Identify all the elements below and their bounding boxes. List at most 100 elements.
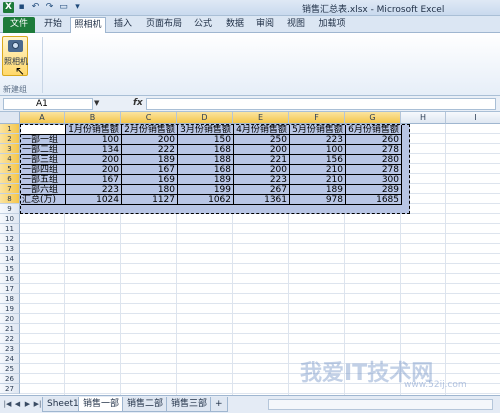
column-header-i[interactable]: I bbox=[446, 112, 500, 124]
tab-formulas[interactable]: 公式 bbox=[190, 17, 216, 33]
row-header-27[interactable]: 27 bbox=[0, 384, 20, 394]
row-header-25[interactable]: 25 bbox=[0, 364, 20, 374]
table-cell: 222 bbox=[122, 145, 178, 155]
last-sheet-icon[interactable]: ▶| bbox=[33, 399, 42, 410]
column-header-f[interactable]: F bbox=[289, 112, 345, 124]
row-header-18[interactable]: 18 bbox=[0, 294, 20, 304]
row-header-23[interactable]: 23 bbox=[0, 344, 20, 354]
name-box-dropdown-icon[interactable]: ▼ bbox=[94, 99, 99, 107]
tab-home[interactable]: 开始 bbox=[38, 17, 68, 33]
row-header-3[interactable]: 3 bbox=[0, 144, 20, 154]
row-header-5[interactable]: 5 bbox=[0, 164, 20, 174]
ribbon-tab-row: 文件 开始 照相机 插入 页面布局 公式 数据 审阅 视图 加载项 bbox=[0, 16, 500, 34]
table-cell: 223 bbox=[66, 185, 122, 195]
row-header-26[interactable]: 26 bbox=[0, 374, 20, 384]
table-header-cell: 2月份销售额 bbox=[122, 125, 178, 135]
horizontal-scrollbar[interactable] bbox=[268, 399, 493, 410]
tab-data[interactable]: 数据 bbox=[222, 17, 248, 33]
row-header-4[interactable]: 4 bbox=[0, 154, 20, 164]
column-header-e[interactable]: E bbox=[233, 112, 289, 124]
next-sheet-icon[interactable]: ▶ bbox=[23, 399, 32, 410]
row-header-9[interactable]: 9 bbox=[0, 204, 20, 214]
table-cell: 200 bbox=[122, 135, 178, 145]
table-cell: 278 bbox=[346, 145, 402, 155]
table-cell: 汇总(万) bbox=[21, 195, 66, 205]
prev-sheet-icon[interactable]: ◀ bbox=[13, 399, 22, 410]
table-cell: 250 bbox=[234, 135, 290, 145]
tab-review[interactable]: 审阅 bbox=[252, 17, 278, 33]
row-header-10[interactable]: 10 bbox=[0, 214, 20, 224]
column-header-a[interactable]: A bbox=[20, 112, 65, 124]
tab-file[interactable]: 文件 bbox=[3, 17, 35, 33]
tab-insert[interactable]: 插入 bbox=[108, 17, 138, 33]
select-all-corner[interactable] bbox=[0, 112, 20, 124]
sheet-tab-bar: |◀ ◀ ▶ ▶| Sheet1 销售一部 销售二部 销售三部 + bbox=[0, 395, 500, 413]
column-header-d[interactable]: D bbox=[177, 112, 233, 124]
column-header-h[interactable]: H bbox=[401, 112, 446, 124]
sheet-tab-sales-2[interactable]: 销售二部 bbox=[122, 397, 169, 412]
customize-qat-icon[interactable]: ▾ bbox=[72, 2, 83, 13]
row-header-6[interactable]: 6 bbox=[0, 174, 20, 184]
row-header-17[interactable]: 17 bbox=[0, 284, 20, 294]
row-header-12[interactable]: 12 bbox=[0, 234, 20, 244]
first-sheet-icon[interactable]: |◀ bbox=[3, 399, 12, 410]
table-cell: 210 bbox=[290, 175, 346, 185]
row-header-7[interactable]: 7 bbox=[0, 184, 20, 194]
formula-input[interactable] bbox=[146, 98, 496, 110]
row-header-16[interactable]: 16 bbox=[0, 274, 20, 284]
row-header-22[interactable]: 22 bbox=[0, 334, 20, 344]
row-header-19[interactable]: 19 bbox=[0, 304, 20, 314]
table-header-cell: 1月份销售额 bbox=[66, 125, 122, 135]
sheet-tab-sales-3[interactable]: 销售三部 bbox=[166, 397, 213, 412]
row-header-20[interactable]: 20 bbox=[0, 314, 20, 324]
redo-icon[interactable]: ↷ bbox=[44, 2, 55, 13]
insert-function-icon[interactable]: fx bbox=[133, 98, 143, 108]
table-cell: 150 bbox=[178, 135, 234, 145]
camera-icon bbox=[8, 40, 23, 52]
table-cell: 267 bbox=[234, 185, 290, 195]
column-header-g[interactable]: G bbox=[345, 112, 401, 124]
save-icon[interactable]: ▪ bbox=[16, 2, 27, 13]
table-cell: 289 bbox=[346, 185, 402, 195]
ribbon-group-label: 新建组 bbox=[3, 85, 27, 94]
table-cell: 188 bbox=[178, 155, 234, 165]
table-cell: 一部五组 bbox=[21, 175, 66, 185]
name-box[interactable]: A1 bbox=[3, 98, 93, 110]
print-preview-icon[interactable]: ▭ bbox=[58, 2, 69, 13]
table-cell: 210 bbox=[290, 165, 346, 175]
row-header-14[interactable]: 14 bbox=[0, 254, 20, 264]
row-header-13[interactable]: 13 bbox=[0, 244, 20, 254]
tab-view[interactable]: 视图 bbox=[283, 17, 309, 33]
row-header-8[interactable]: 8 bbox=[0, 194, 20, 204]
table-cell: 199 bbox=[178, 185, 234, 195]
insert-sheet-icon[interactable]: + bbox=[210, 397, 228, 412]
row-header-2[interactable]: 2 bbox=[0, 134, 20, 144]
table-cell: 1685 bbox=[346, 195, 402, 205]
table-header-cell: 5月份销售额 bbox=[290, 125, 346, 135]
row-header-24[interactable]: 24 bbox=[0, 354, 20, 364]
column-header-c[interactable]: C bbox=[121, 112, 177, 124]
table-cell: 280 bbox=[346, 155, 402, 165]
row-header-11[interactable]: 11 bbox=[0, 224, 20, 234]
table-cell: 200 bbox=[234, 165, 290, 175]
title-bar: X ▪ ↶ ↷ ▭ ▾ 销售汇总表.xlsx - Microsoft Excel bbox=[0, 0, 500, 16]
tab-page-layout[interactable]: 页面布局 bbox=[141, 17, 187, 33]
table-header-cell: 6月份销售额 bbox=[346, 125, 402, 135]
window-title: 销售汇总表.xlsx - Microsoft Excel bbox=[302, 5, 445, 15]
ribbon-panel: 照相机 ↖ 新建组 bbox=[0, 33, 500, 96]
table-cell: 134 bbox=[66, 145, 122, 155]
watermark-url: www.52ij.com bbox=[404, 380, 467, 390]
worksheet-grid[interactable]: ABCDEFGHI 1 2 3 4 5 6 7 8 9 10 11 12 13 14 15 16 17 18 19 2… bbox=[0, 112, 500, 395]
row-header-1[interactable]: 1 bbox=[0, 124, 20, 134]
row-header-15[interactable]: 15 bbox=[0, 264, 20, 274]
undo-icon[interactable]: ↶ bbox=[30, 2, 41, 13]
excel-logo-icon[interactable]: X bbox=[3, 2, 14, 13]
tab-camera[interactable]: 照相机 bbox=[70, 17, 106, 34]
table-cell: 156 bbox=[290, 155, 346, 165]
tab-addins[interactable]: 加载项 bbox=[314, 17, 350, 33]
row-header-21[interactable]: 21 bbox=[0, 324, 20, 334]
camera-picture-table[interactable]: 1月份销售额 2月份销售额 3月份销售额 4月份销售额 5月份销售额 6月份销售额 一部一组… bbox=[20, 124, 410, 214]
sheet-tab-sales-1[interactable]: 销售一部 bbox=[78, 397, 125, 412]
table-cell: 978 bbox=[290, 195, 346, 205]
column-header-b[interactable]: B bbox=[65, 112, 121, 124]
